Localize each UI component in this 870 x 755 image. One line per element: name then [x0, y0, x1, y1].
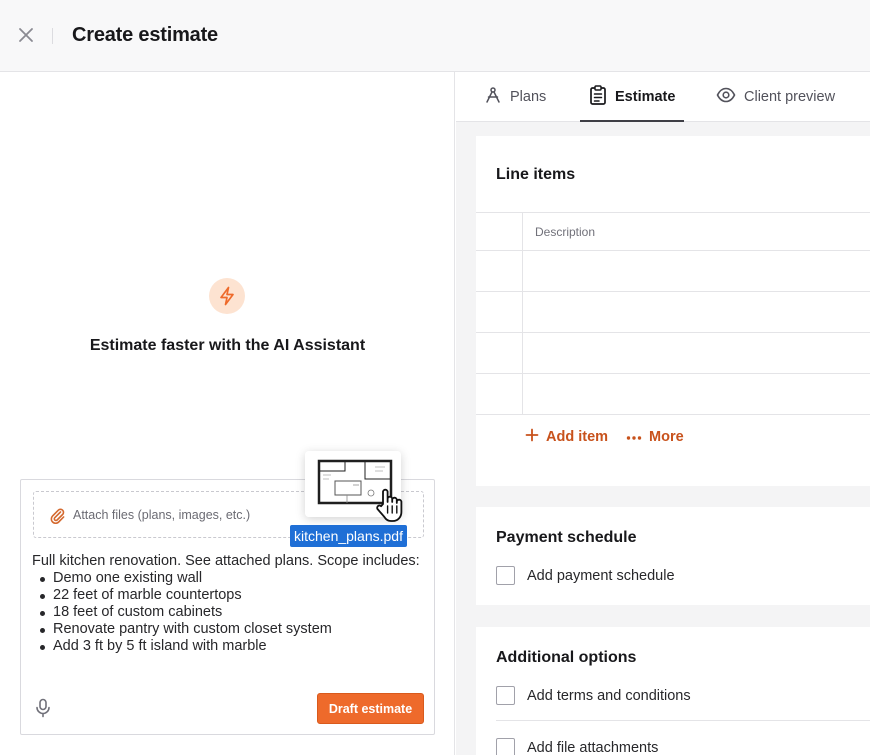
tab-label: Estimate [615, 89, 676, 105]
table-row[interactable] [476, 374, 870, 415]
list-item: 18 feet of custom cabinets [40, 604, 422, 621]
prompt-intro: Full kitchen renovation. See attached pl… [32, 553, 420, 569]
checkbox[interactable] [496, 686, 515, 705]
payment-schedule-title: Payment schedule [496, 529, 637, 546]
add-file-attachments-option[interactable]: Add file attachments [496, 738, 658, 755]
tab-bar: Plans Estimate Client preview [456, 72, 870, 122]
active-tab-indicator [580, 120, 684, 122]
line-items-card: Line items Description Add item More [476, 136, 870, 486]
payment-schedule-card: Payment schedule Add payment schedule [476, 507, 870, 605]
estimate-panel: Plans Estimate Client preview Line items… [456, 72, 870, 755]
add-item-button[interactable]: Add item [525, 428, 608, 446]
prompt-input[interactable]: Full kitchen renovation. See attached pl… [32, 553, 422, 655]
dragged-file-name: kitchen_plans.pdf [290, 525, 407, 547]
eye-icon [716, 87, 736, 107]
header-divider [52, 28, 53, 44]
checkbox[interactable] [496, 738, 515, 755]
tab-client-preview[interactable]: Client preview [716, 72, 835, 122]
more-button[interactable]: More [626, 428, 684, 446]
lightning-icon [209, 278, 245, 314]
clipboard-icon [589, 85, 607, 109]
column-header-description: Description [535, 225, 596, 239]
page-title: Create estimate [72, 24, 218, 46]
list-item: Demo one existing wall [40, 570, 422, 587]
header-bar: Create estimate [0, 0, 870, 72]
plus-icon [525, 428, 539, 446]
option-label: Add file attachments [527, 739, 659, 755]
option-label: Add terms and conditions [527, 687, 691, 704]
close-icon[interactable] [15, 24, 37, 46]
table-header-row: Description [476, 213, 870, 251]
list-item: Renovate pantry with custom closet syste… [40, 621, 422, 638]
compass-icon [484, 86, 502, 108]
attach-files-label: Attach files (plans, images, etc.) [73, 508, 251, 522]
ai-heading: Estimate faster with the AI Assistant [89, 337, 366, 354]
tab-label: Client preview [744, 89, 836, 105]
divider [496, 720, 870, 721]
microphone-icon[interactable] [34, 698, 52, 718]
line-items-title: Line items [496, 166, 576, 183]
additional-options-title: Additional options [496, 649, 637, 666]
line-items-table: Description [476, 212, 870, 415]
table-row[interactable] [476, 251, 870, 292]
line-item-actions: Add item More [525, 428, 684, 446]
tab-estimate[interactable]: Estimate [589, 72, 675, 122]
add-item-label: Add item [546, 429, 609, 445]
tab-plans[interactable]: Plans [484, 72, 546, 122]
scope-list: Demo one existing wall 22 feet of marble… [32, 570, 422, 655]
hand-cursor-icon [371, 484, 409, 524]
option-label: Add payment schedule [527, 567, 675, 584]
draft-estimate-button[interactable]: Draft estimate [317, 693, 424, 724]
list-item: Add 3 ft by 5 ft island with marble [40, 638, 422, 655]
list-item: 22 feet of marble countertops [40, 587, 422, 604]
table-row[interactable] [476, 292, 870, 333]
add-payment-schedule-option[interactable]: Add payment schedule [496, 566, 675, 585]
paperclip-icon [48, 506, 66, 525]
additional-options-card: Additional options Add terms and conditi… [476, 627, 870, 755]
more-label: More [649, 429, 684, 445]
add-terms-option[interactable]: Add terms and conditions [496, 686, 691, 705]
more-icon [626, 429, 642, 445]
table-row[interactable] [476, 333, 870, 374]
ai-assistant-panel: Estimate faster with the AI Assistant At… [0, 72, 455, 755]
checkbox[interactable] [496, 566, 515, 585]
tab-label: Plans [510, 89, 547, 105]
